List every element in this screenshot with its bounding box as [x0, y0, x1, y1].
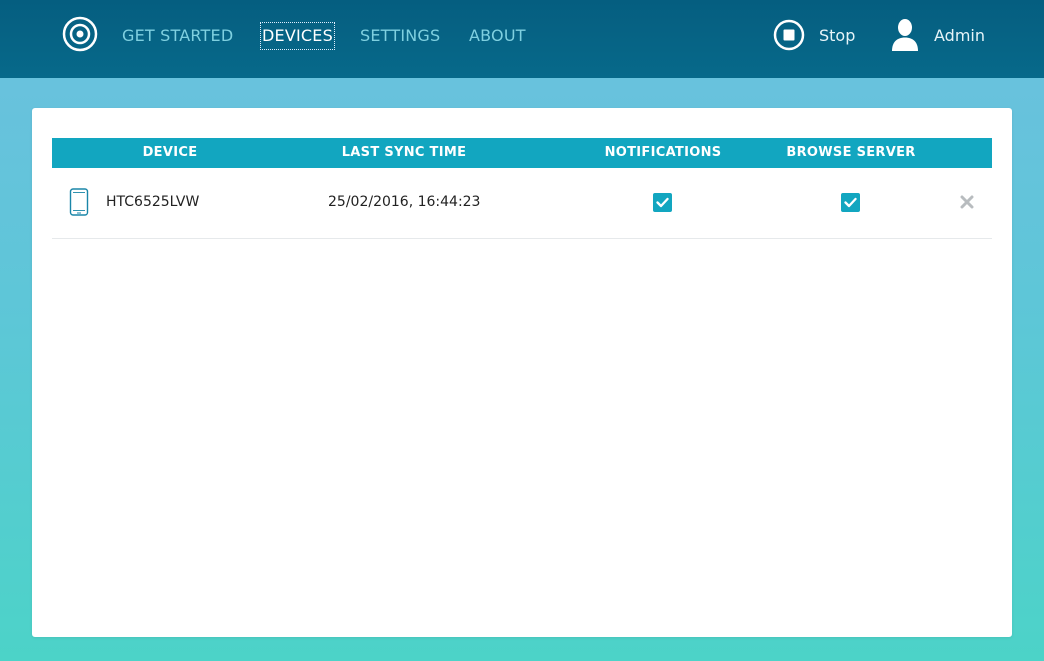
check-icon	[656, 197, 669, 208]
phone-icon	[69, 188, 89, 216]
column-header-device: DEVICE	[142, 145, 198, 160]
nav-get-started[interactable]: GET STARTED	[122, 22, 233, 50]
nav-about[interactable]: ABOUT	[469, 22, 526, 50]
column-header-notifications: NOTIFICATIONS	[604, 145, 722, 160]
table-header: DEVICE LAST SYNC TIME NOTIFICATIONS BROW…	[52, 138, 992, 168]
app-logo-icon[interactable]	[62, 16, 98, 52]
close-icon[interactable]	[960, 195, 974, 209]
browse-server-checkbox[interactable]	[841, 193, 860, 212]
table-row: HTC6525LVW 25/02/2016, 16:44:23	[52, 168, 992, 239]
devices-panel: DEVICE LAST SYNC TIME NOTIFICATIONS BROW…	[32, 108, 1012, 637]
notifications-checkbox[interactable]	[653, 193, 672, 212]
column-header-browse-server: BROWSE SERVER	[786, 145, 916, 160]
check-icon	[844, 197, 857, 208]
device-name: HTC6525LVW	[106, 194, 200, 210]
user-icon[interactable]	[890, 18, 920, 52]
stop-icon[interactable]	[773, 19, 805, 51]
admin-menu[interactable]: Admin	[934, 22, 985, 50]
last-sync-time: 25/02/2016, 16:44:23	[328, 194, 481, 210]
nav-settings[interactable]: SETTINGS	[360, 22, 440, 50]
stop-button[interactable]: Stop	[819, 22, 855, 50]
column-header-last-sync: LAST SYNC TIME	[341, 145, 467, 160]
top-navigation-bar: GET STARTED DEVICES SETTINGS ABOUT Stop …	[0, 0, 1044, 78]
nav-devices[interactable]: DEVICES	[260, 22, 335, 50]
